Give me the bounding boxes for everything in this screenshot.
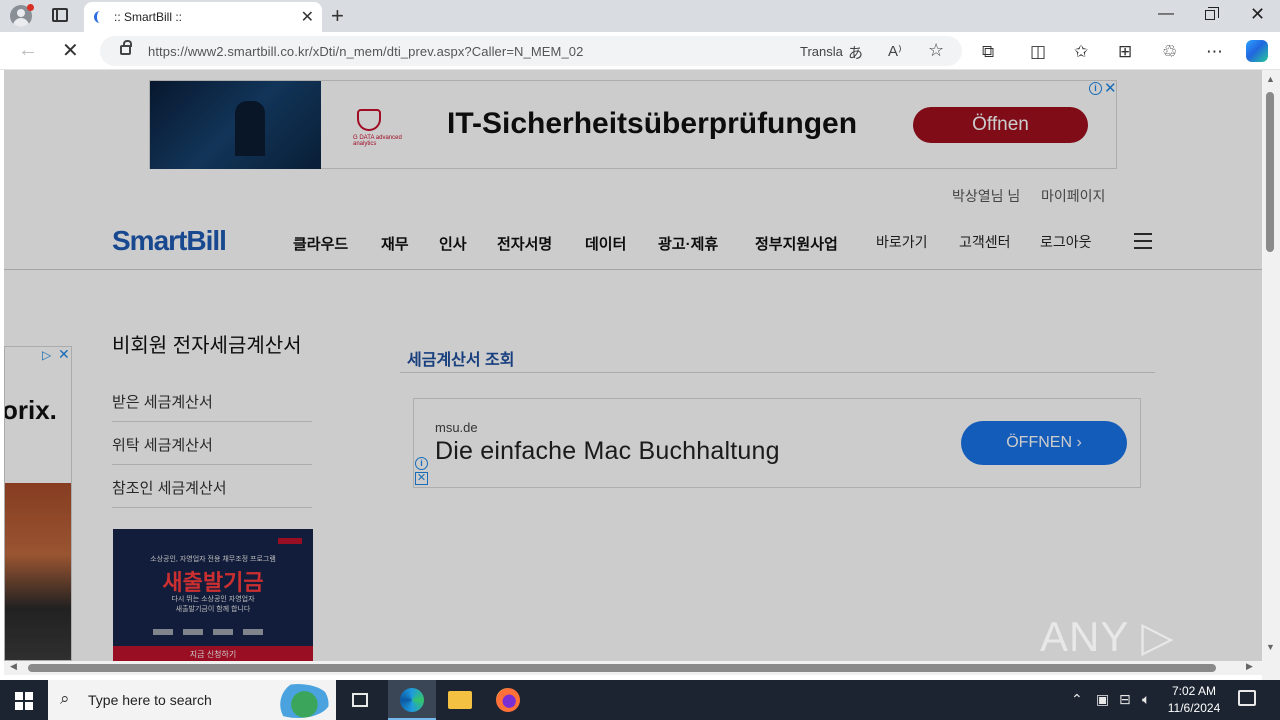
- taskbar-firefox[interactable]: [484, 680, 532, 720]
- tab-actions-icon[interactable]: [52, 8, 68, 22]
- minimize-icon[interactable]: —: [1158, 5, 1174, 23]
- network-icon[interactable]: ⊟: [1119, 691, 1131, 708]
- more-menu-icon[interactable]: ⋯: [1206, 42, 1223, 62]
- notification-icon[interactable]: [1238, 690, 1256, 706]
- loading-favicon-icon: [94, 11, 104, 23]
- windows-start-icon[interactable]: [15, 692, 33, 710]
- search-icon: ⌕: [60, 689, 70, 708]
- new-tab-icon[interactable]: +: [331, 3, 344, 29]
- volume-icon[interactable]: 🔈︎: [1142, 691, 1150, 708]
- restore-icon[interactable]: [1205, 7, 1219, 20]
- edge-icon: [400, 688, 424, 712]
- read-aloud-icon[interactable]: A⁾: [888, 42, 902, 60]
- favorite-star-icon[interactable]: ☆: [928, 40, 944, 61]
- tab-close-icon[interactable]: ✕: [301, 7, 314, 27]
- windows-taskbar: ⌕ Type here to search ⌃ ▣ ⊟ 🔈︎ 7:02 AM 1…: [0, 680, 1280, 720]
- loading-dim-overlay: [4, 70, 1262, 661]
- scroll-up-icon[interactable]: ▲: [1266, 74, 1275, 84]
- tab-title: :: SmartBill ::: [114, 10, 183, 24]
- page-viewport: G DATA advanced analytics IT-Sicherheits…: [4, 70, 1262, 661]
- tray-device-icon[interactable]: ▣: [1096, 691, 1109, 708]
- scroll-right-icon[interactable]: ▶: [1246, 661, 1253, 672]
- vertical-scrollbar[interactable]: ▲ ▼: [1262, 70, 1280, 661]
- browser-toolbar: ← ✕ https://www2.smartbill.co.kr/xDti/n_…: [0, 32, 1280, 70]
- clock-time[interactable]: 7:02 AM: [1166, 684, 1222, 698]
- horizontal-scrollbar[interactable]: ◀ ▶: [4, 661, 1262, 675]
- collections-icon[interactable]: ⊞: [1118, 42, 1132, 62]
- taskbar-edge[interactable]: [388, 680, 436, 720]
- firefox-icon: [496, 688, 520, 712]
- back-icon[interactable]: ←: [18, 39, 38, 62]
- tray-chevron-icon[interactable]: ⌃: [1071, 691, 1083, 708]
- copilot-icon[interactable]: [1246, 40, 1268, 62]
- clock-date[interactable]: 11/6/2024: [1166, 701, 1222, 715]
- search-highlight-icon: [266, 684, 330, 718]
- scrollbar-corner: [1262, 661, 1280, 680]
- task-view-icon[interactable]: [338, 680, 386, 720]
- performance-icon[interactable]: ♲: [1162, 42, 1177, 62]
- search-placeholder[interactable]: Type here to search: [88, 692, 212, 708]
- url-text[interactable]: https://www2.smartbill.co.kr/xDti/n_mem/…: [148, 44, 583, 59]
- profile-notification-dot: [27, 4, 34, 11]
- address-bar[interactable]: https://www2.smartbill.co.kr/xDti/n_mem/…: [100, 36, 962, 66]
- translate-label[interactable]: Transla: [800, 44, 843, 59]
- favorites-icon[interactable]: ✩: [1074, 42, 1088, 62]
- window-close-icon[interactable]: ✕: [1250, 4, 1265, 25]
- folder-icon: [448, 691, 472, 709]
- stop-loading-icon[interactable]: ✕: [62, 38, 79, 63]
- lock-icon[interactable]: [120, 40, 132, 55]
- taskbar-search-box[interactable]: ⌕ Type here to search: [48, 680, 336, 720]
- vertical-scroll-thumb[interactable]: [1266, 92, 1274, 252]
- anyrun-watermark: ANY ▷ RUN: [1040, 613, 1175, 660]
- extensions-icon[interactable]: ⧉: [982, 42, 994, 62]
- browser-tab[interactable]: :: SmartBill :: ✕: [84, 2, 322, 32]
- taskbar-file-explorer[interactable]: [436, 680, 484, 720]
- split-screen-icon[interactable]: ◫: [1030, 42, 1046, 62]
- translate-icon[interactable]: あ: [848, 42, 863, 63]
- scroll-down-icon[interactable]: ▼: [1266, 642, 1275, 652]
- scroll-left-icon[interactable]: ◀: [10, 661, 17, 672]
- browser-tab-bar: :: SmartBill :: ✕ + — ✕: [0, 0, 1280, 32]
- horizontal-scroll-thumb[interactable]: [28, 664, 1216, 672]
